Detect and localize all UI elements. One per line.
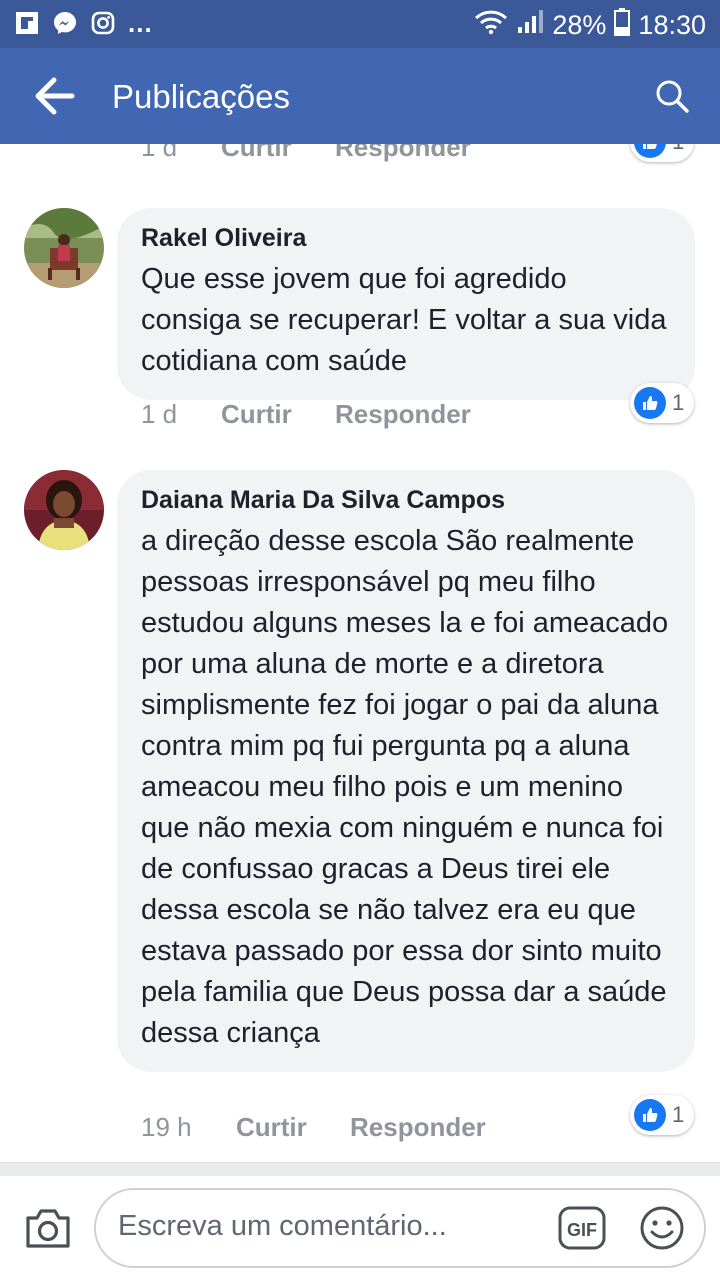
app-bar: Publicações (0, 48, 720, 144)
wifi-icon (474, 9, 508, 42)
search-icon (656, 80, 689, 113)
like-reaction-icon (634, 144, 666, 158)
smiley-icon (640, 1206, 684, 1250)
comment-input[interactable]: Escreva um comentário... GIF (94, 1188, 706, 1268)
clock: 18:30 (638, 10, 706, 40)
avatar[interactable] (24, 470, 104, 550)
comment-bubble[interactable]: Rakel Oliveira Que esse jovem que foi ag… (117, 208, 695, 400)
signal-icon (516, 9, 544, 42)
gif-button[interactable]: GIF (558, 1206, 606, 1250)
comment-meta: 19 h Curtir Responder (0, 1112, 720, 1152)
comment-author[interactable]: Daiana Maria Da Silva Campos (141, 486, 671, 515)
battery-icon (614, 8, 631, 43)
messenger-icon (52, 10, 78, 36)
more-notifications: ... (128, 8, 153, 38)
reaction-count-badge[interactable]: 1 (630, 383, 695, 423)
comments-feed[interactable]: 1 d Curtir Responder 1 Rakel Oliveira (0, 144, 720, 1162)
comment-text: a direção desse escola São realmente pes… (141, 525, 669, 1049)
like-reaction-icon (634, 1099, 666, 1131)
comment-time: 1 d (141, 399, 178, 429)
reply-action[interactable]: Responder (350, 1112, 486, 1143)
battery-percent: 28% (552, 10, 607, 40)
comment-bubble[interactable]: Daiana Maria Da Silva Campos a direção d… (117, 470, 695, 1072)
notification-icons: ... (14, 10, 153, 36)
like-action[interactable]: Curtir (221, 399, 292, 430)
camera-icon (26, 1209, 70, 1248)
comment-composer: Escreva um comentário... GIF (0, 1176, 720, 1280)
svg-text:GIF: GIF (567, 1220, 597, 1240)
flipboard-icon (14, 10, 40, 36)
divider (0, 1162, 720, 1177)
like-reaction-icon (634, 387, 666, 419)
reaction-count: 1 (672, 144, 684, 155)
like-action[interactable]: Curtir (221, 144, 292, 163)
reply-action[interactable]: Responder (335, 399, 471, 430)
search-button[interactable] (654, 78, 690, 114)
status-bar: ... 28% 18:30 (0, 0, 720, 48)
reaction-count-badge[interactable]: 1 (630, 1095, 695, 1135)
comment-meta: 1 d Curtir Responder (0, 399, 720, 439)
camera-button[interactable] (24, 1206, 72, 1250)
comment-meta: 1 d Curtir Responder (0, 144, 720, 172)
comment-author[interactable]: Rakel Oliveira (141, 224, 671, 253)
reaction-count: 1 (672, 390, 685, 415)
back-button[interactable] (34, 76, 76, 116)
back-arrow-icon (35, 77, 75, 115)
comment-input-placeholder: Escreva um comentário... (118, 1210, 447, 1242)
comment-time: 1 d (141, 144, 178, 162)
instagram-icon (90, 10, 116, 36)
gif-icon: GIF (558, 1206, 606, 1250)
comment-time: 19 h (141, 1112, 192, 1142)
page-title: Publicações (112, 78, 290, 115)
comment-text: Que esse jovem que foi agredido consiga … (141, 263, 667, 377)
reply-action[interactable]: Responder (335, 144, 471, 163)
sticker-button[interactable] (638, 1204, 686, 1252)
avatar[interactable] (24, 208, 104, 288)
like-action[interactable]: Curtir (236, 1112, 307, 1143)
reaction-count: 1 (672, 1102, 685, 1127)
